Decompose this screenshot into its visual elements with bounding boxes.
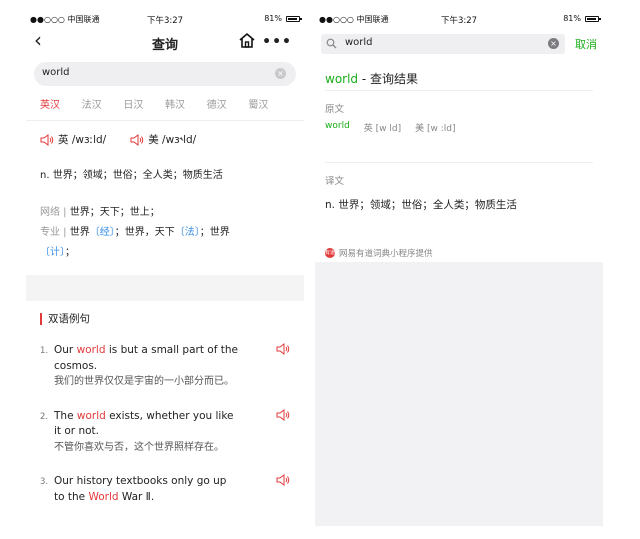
uk-pronunciation[interactable]: 英 /wɜːld/: [40, 132, 106, 147]
example-sentence: 3. Our history textbooks only go up to t…: [26, 474, 304, 505]
pro-text: ；世界，天下: [114, 227, 175, 238]
speaker-icon[interactable]: [40, 133, 54, 146]
more-button[interactable]: •••: [262, 34, 292, 50]
clear-icon[interactable]: ×: [275, 68, 286, 79]
home-icon[interactable]: [238, 32, 256, 48]
tab-fr-zh[interactable]: 法汉: [82, 96, 124, 116]
original-section: 原文 world 英 [w ld] 美 [w :ld]: [325, 90, 593, 148]
youdao-logo-icon: 有道: [325, 248, 336, 258]
example-zh: 我们的世界仅仅是宇宙的一小部分而已。: [54, 376, 234, 387]
example-sentence: 2. The world exists, whether you like it…: [26, 408, 304, 456]
tab-en-zh[interactable]: 英汉: [40, 96, 82, 116]
original-row: world 英 [w ld] 美 [w :ld]: [325, 121, 593, 134]
net-label: 网络 |: [40, 207, 70, 218]
original-label: 原文: [325, 104, 345, 115]
search-input[interactable]: world ×: [34, 62, 296, 86]
example-en: Our history textbooks only go up to the …: [54, 474, 240, 505]
translation-text: n. 世界；领域；世俗；全人类；物质生活: [325, 199, 517, 211]
language-tabs: 英汉 法汉 日汉 韩汉 德汉 蜀汉: [26, 96, 304, 116]
examples-title: 双语例句: [48, 313, 90, 325]
battery-icon: [286, 15, 302, 22]
tab-ja-zh[interactable]: 日汉: [123, 96, 165, 116]
battery-icon: [585, 15, 601, 22]
result-panel: world - 查询结果 原文 world 英 [w ld] 美 [w :ld]…: [315, 60, 603, 244]
section-gap: [26, 275, 304, 301]
net-text: 世界；天下；世上；: [69, 207, 160, 218]
example-zh: 不管你喜欢与否，这个世界照样存在。: [54, 441, 224, 453]
status-right: 81%: [563, 14, 601, 23]
translation-label: 译文: [325, 176, 345, 187]
example-text: Our: [54, 344, 77, 356]
example-number: 3.: [40, 477, 49, 487]
pro-text: ；: [65, 247, 75, 258]
speaker-icon[interactable]: [130, 133, 144, 146]
example-text: War Ⅱ.: [118, 490, 155, 503]
highlight-word: World: [88, 490, 119, 503]
result-title: world - 查询结果: [325, 60, 593, 90]
examples-header: 双语例句: [26, 311, 304, 326]
nav-bar: ‹ 查询 •••: [26, 28, 304, 56]
example-text: The: [54, 409, 77, 422]
status-time: 下午3:27: [146, 16, 184, 26]
uk-phonetic: 英 /wɜːld/: [58, 134, 107, 146]
highlight-word: world: [76, 409, 106, 422]
speaker-icon[interactable]: [276, 343, 290, 355]
result-title-text: - 查询结果: [358, 72, 419, 86]
example-number: 1.: [40, 346, 49, 356]
phonetics: 英 /wɜːld/ 美 /wɜ˞ld/: [26, 132, 304, 147]
example-sentence: 1. Our world is but a small part of the …: [26, 343, 304, 390]
status-bar: ●●○○○ 中国联通 下午3:27 81%: [315, 10, 603, 28]
speaker-icon[interactable]: [276, 408, 290, 421]
original-uk[interactable]: 英 [w ld]: [364, 121, 401, 134]
battery-percent: 81%: [264, 14, 282, 23]
footer-text: 网易有道词典小程序提供: [339, 249, 433, 259]
search-icon: [326, 38, 337, 49]
example-en: Our world is but a small part of the cos…: [54, 343, 240, 374]
pro-definition: 专业 | 世界〔经〕；世界，天下〔法〕；世界〔计〕；: [40, 223, 290, 263]
tag-law[interactable]: 〔法〕: [175, 227, 200, 238]
us-phonetic: 美 /wɜ˞ld/: [148, 134, 197, 146]
original-word: world: [325, 121, 350, 131]
divider: [26, 120, 304, 121]
status-right: 81%: [264, 14, 302, 23]
footer: 有道 网易有道词典小程序提供: [315, 244, 603, 262]
right-phone-screen: ●●○○○ 中国联通 下午3:27 81% world × 取消 world -…: [315, 10, 603, 526]
tab-ko-zh[interactable]: 韩汉: [165, 96, 207, 116]
pro-text: 世界: [69, 227, 90, 238]
speaker-icon[interactable]: [276, 474, 290, 486]
status-bar: ●●○○○ 中国联通 下午3:27 81%: [26, 10, 304, 28]
result-word: world: [325, 72, 359, 86]
battery-percent: 81%: [563, 14, 581, 23]
section-marker: [40, 312, 42, 325]
search-value: world: [345, 37, 373, 48]
translation-section: 译文 n. 世界；领域；世俗；全人类；物质生活: [325, 162, 593, 244]
clear-icon[interactable]: ×: [548, 38, 559, 49]
status-time: 下午3:27: [440, 16, 478, 26]
us-pronunciation[interactable]: 美 /wɜ˞ld/: [130, 132, 196, 147]
tag-economics[interactable]: 〔经〕: [90, 227, 115, 238]
search-input[interactable]: world ×: [321, 34, 565, 54]
example-en: The world exists, whether you like it or…: [54, 409, 240, 440]
pro-text: ；世界: [199, 227, 230, 238]
cancel-button[interactable]: 取消: [575, 36, 597, 52]
original-us[interactable]: 美 [w :ld]: [415, 121, 455, 134]
tag-computing[interactable]: 〔计〕: [40, 247, 65, 258]
net-definition: 网络 | 世界；天下；世上；: [40, 203, 290, 223]
tab-shu-zh[interactable]: 蜀汉: [248, 96, 290, 116]
extra-definitions: 网络 | 世界；天下；世上； 专业 | 世界〔经〕；世界，天下〔法〕；世界〔计〕…: [26, 203, 304, 263]
right-top: ●●○○○ 中国联通 下午3:27 81% world × 取消: [315, 10, 603, 60]
definition: n. 世界；领域；世俗；全人类；物质生活: [40, 170, 223, 181]
search-bar: world × 取消: [315, 28, 603, 60]
highlight-word: world: [76, 344, 106, 356]
example-number: 2.: [40, 411, 49, 422]
tab-de-zh[interactable]: 德汉: [207, 96, 249, 116]
left-phone-screen: ●●○○○ 中国联通 下午3:27 81% ‹ 查询 ••• world × 英…: [26, 10, 304, 539]
search-value: world: [42, 67, 70, 78]
pro-label: 专业 |: [40, 227, 70, 238]
